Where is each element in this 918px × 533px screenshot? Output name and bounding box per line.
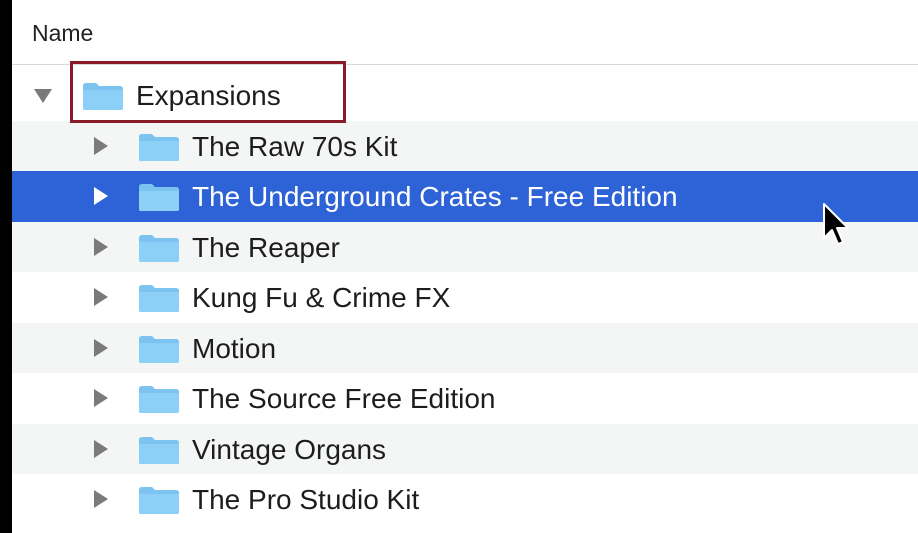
tree-row-label: The Source Free Edition <box>192 383 496 414</box>
disclosure-triangle-right-icon[interactable] <box>94 288 108 306</box>
folder-icon <box>138 385 180 414</box>
tree-row-source-free-edition[interactable]: The Source Free Edition <box>12 373 918 424</box>
folder-icon <box>138 436 180 465</box>
tree-row-raw-70s-kit[interactable]: The Raw 70s Kit <box>12 120 918 171</box>
disclosure-triangle-right-icon[interactable] <box>94 187 108 205</box>
folder-icon <box>138 183 180 212</box>
tree-row-motion[interactable]: Motion <box>12 322 918 373</box>
name-column-header[interactable]: Name <box>32 18 93 48</box>
folder-icon <box>138 284 180 313</box>
tree-row-label: Expansions <box>136 80 281 111</box>
folder-icon <box>138 133 180 162</box>
disclosure-triangle-right-icon[interactable] <box>94 490 108 508</box>
tree-row-expansions[interactable]: Expansions <box>12 70 918 121</box>
file-tree: Expansions The Raw 70s Kit The Undergrou… <box>12 70 918 525</box>
finder-window: Name Expansions The Raw 70s Kit The Unde… <box>12 0 918 533</box>
tree-row-label: Motion <box>192 332 277 364</box>
tree-row-label: The Raw 70s Kit <box>192 130 398 162</box>
tree-row-label: Vintage Organs <box>192 433 387 465</box>
folder-icon <box>138 486 180 515</box>
tree-row-underground-crates[interactable]: The Underground Crates - Free Edition <box>12 171 918 222</box>
tree-row-label: The Underground Crates - Free Edition <box>192 181 678 212</box>
tree-row-kung-fu-crime-fx[interactable]: Kung Fu & Crime FX <box>12 272 918 323</box>
tree-row-reaper[interactable]: The Reaper <box>12 221 918 272</box>
disclosure-triangle-right-icon[interactable] <box>94 136 108 155</box>
tree-row-label: The Reaper <box>192 231 340 263</box>
folder-icon <box>82 82 124 111</box>
disclosure-triangle-down-icon[interactable] <box>34 89 52 103</box>
disclosure-triangle-right-icon[interactable] <box>94 338 108 357</box>
tree-row-pro-studio-kit[interactable]: The Pro Studio Kit <box>12 474 918 525</box>
disclosure-triangle-right-icon[interactable] <box>94 237 108 256</box>
folder-icon <box>138 335 180 364</box>
tree-row-label: The Pro Studio Kit <box>192 484 420 515</box>
tree-row-vintage-organs[interactable]: Vintage Organs <box>12 423 918 474</box>
disclosure-triangle-right-icon[interactable] <box>94 389 108 407</box>
mouse-pointer-icon <box>821 202 851 248</box>
disclosure-triangle-right-icon[interactable] <box>94 439 108 458</box>
tree-row-label: Kung Fu & Crime FX <box>192 282 451 313</box>
column-header[interactable]: Name <box>12 0 918 65</box>
folder-icon <box>138 234 180 263</box>
